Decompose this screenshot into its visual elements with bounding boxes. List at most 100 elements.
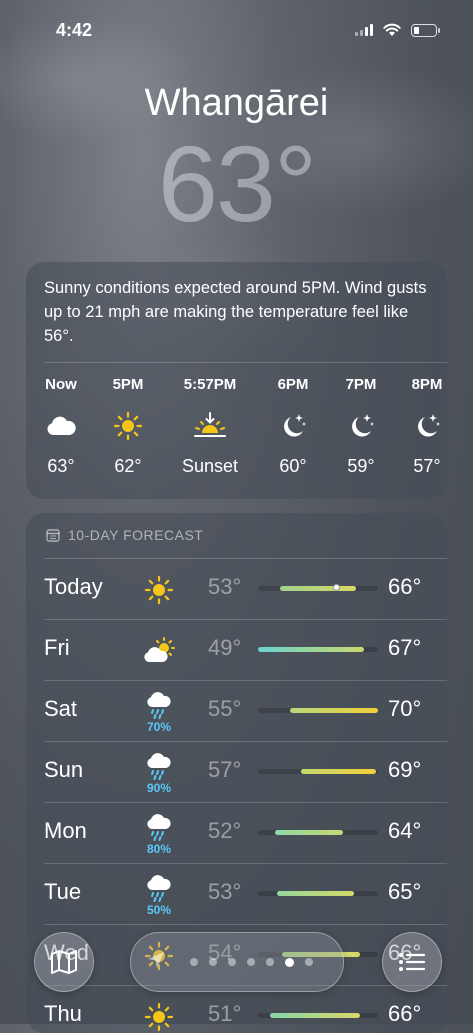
map-button[interactable] — [34, 932, 94, 992]
hour-time: 5:57PM — [183, 376, 237, 393]
map-icon — [51, 950, 77, 974]
hour-temp: 63° — [47, 456, 75, 476]
location-arrow-icon — [148, 952, 164, 968]
calendar-icon — [46, 529, 60, 542]
divider — [44, 741, 447, 742]
hour-time: Now — [45, 376, 77, 393]
forecast-day: Sun — [44, 757, 84, 782]
hour-temp: 62° — [114, 456, 142, 476]
page-dot[interactable] — [284, 957, 294, 967]
hour-item: 5:57PM Sunset — [170, 376, 250, 477]
list-icon — [399, 953, 426, 971]
hour-item: Now 63° — [26, 376, 96, 477]
locations-list-button[interactable] — [382, 932, 442, 992]
sun-icon — [134, 995, 184, 1033]
precip-chance: 50% — [146, 902, 172, 917]
temp-range-bar — [290, 708, 378, 713]
temp-range-bar — [277, 891, 354, 896]
forecast-header: 10-DAY FORECAST — [46, 527, 203, 543]
wifi-icon — [383, 23, 401, 36]
page-dot[interactable] — [304, 958, 313, 966]
temp-range-bar — [258, 647, 364, 652]
forecast-high: 70° — [388, 696, 422, 721]
forecast-row[interactable]: Sat 70% 55° 70° — [26, 680, 447, 741]
forecast-day: Fri — [44, 635, 70, 660]
forecast-high: 64° — [388, 818, 422, 843]
page-dot[interactable] — [189, 958, 198, 966]
page-dot[interactable] — [208, 958, 217, 966]
cloud-icon — [26, 396, 96, 456]
temp-range-track — [258, 891, 378, 896]
precip-chance: 70% — [146, 719, 172, 734]
forecast-day: Thu — [44, 1001, 82, 1026]
divider — [44, 802, 447, 803]
forecast-high: 67° — [388, 635, 422, 660]
moon-stars-icon — [392, 396, 447, 456]
temp-range-bar — [274, 830, 344, 835]
forecast-header-label: 10-DAY FORECAST — [68, 527, 204, 543]
divider — [44, 680, 447, 681]
hour-time: 5PM — [112, 376, 144, 393]
forecast-high: 66° — [388, 574, 422, 599]
forecast-high: 69° — [388, 757, 422, 782]
rain-cloud-icon: 50% — [134, 873, 184, 917]
temp-range-bar — [279, 586, 357, 591]
page-dot[interactable] — [246, 958, 255, 966]
temp-range-track — [258, 647, 378, 652]
page-dot[interactable] — [227, 958, 236, 966]
temp-range-bar — [270, 1013, 360, 1018]
forecast-low: 53° — [208, 574, 242, 599]
hour-time: 6PM — [277, 376, 309, 393]
hour-item: 6PM 60° — [258, 376, 328, 477]
cellular-signal-icon — [355, 24, 373, 36]
hourly-forecast-card[interactable]: Sunny conditions expected around 5PM. Wi… — [26, 262, 447, 499]
divider — [44, 619, 447, 620]
precip-chance: 90% — [146, 780, 172, 795]
partly-sunny-icon — [134, 629, 184, 673]
forecast-row[interactable]: Thu 51° 66° — [26, 985, 447, 1033]
moon-stars-icon — [258, 396, 328, 456]
page-dot[interactable] — [265, 958, 274, 966]
rain-cloud-icon: 90% — [134, 751, 184, 795]
sun-icon — [93, 396, 163, 456]
hour-time: 8PM — [411, 376, 443, 393]
forecast-day: Tue — [44, 879, 82, 904]
forecast-day: Sat — [44, 696, 78, 721]
current-temp-dot — [332, 584, 340, 591]
forecast-row[interactable]: Fri 49° 67° — [26, 619, 447, 680]
status-icons — [355, 23, 440, 37]
pager-dots — [189, 957, 313, 967]
rain-cloud-icon: 80% — [134, 812, 184, 856]
forecast-low: 55° — [208, 696, 242, 721]
hour-temp: 60° — [279, 456, 307, 476]
temp-range-track — [258, 708, 378, 713]
temp-range-track — [258, 1013, 378, 1018]
battery-icon — [411, 23, 440, 37]
temp-range-track — [258, 584, 378, 591]
hour-time: 7PM — [345, 376, 377, 393]
hour-item: 7PM 59° — [326, 376, 396, 477]
divider — [44, 924, 447, 925]
forecast-high: 65° — [388, 879, 422, 904]
forecast-low: 49° — [208, 635, 242, 660]
forecast-row[interactable]: Sun 90% 57° 69° — [26, 741, 447, 802]
forecast-low: 53° — [208, 879, 242, 904]
hour-temp: Sunset — [181, 456, 239, 476]
sunset-icon — [170, 396, 250, 456]
page-indicator[interactable] — [130, 932, 344, 992]
divider — [44, 863, 447, 864]
sun-icon — [134, 568, 184, 612]
forecast-low: 57° — [208, 757, 242, 782]
forecast-row[interactable]: Mon 80% 52° 64° — [26, 802, 447, 863]
forecast-row[interactable]: Today 53° 66° — [26, 558, 447, 619]
current-temperature: 63° — [157, 123, 317, 244]
temp-range-track — [258, 830, 378, 835]
temp-range-track — [258, 769, 378, 774]
hour-item: 8PM 57° — [392, 376, 447, 477]
forecast-day: Mon — [44, 818, 87, 843]
hourly-list[interactable]: Now 63° 5PM 62° 5:57PM Sunset 6PM 60° 7P… — [26, 376, 447, 496]
forecast-row[interactable]: Tue 50% 53° 65° — [26, 863, 447, 924]
temp-range-bar — [301, 769, 376, 774]
forecast-day: Today — [44, 574, 103, 599]
city-name: Whangārei — [144, 82, 329, 124]
